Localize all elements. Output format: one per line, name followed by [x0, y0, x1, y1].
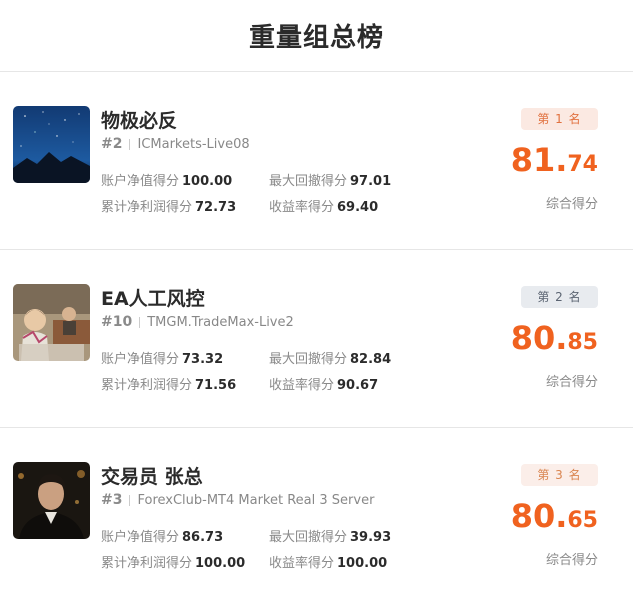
rank-badge: 第 2 名	[521, 286, 598, 308]
score-label: 综合得分	[545, 553, 598, 568]
composite-score: 80.65	[510, 497, 598, 535]
composite-score: 80.85	[510, 319, 598, 357]
rank-badge: 第 3 名	[521, 464, 598, 486]
metric-equity: 账户净值得分 86.73	[101, 530, 224, 545]
account-info: #3 ForexClub-MT4 Market Real 3 Server	[101, 492, 374, 508]
page-title: 重量组总榜	[248, 23, 384, 53]
metric-drawdown: 最大回撤得分 39.93	[269, 530, 392, 545]
metric-net-profit: 累计净利润得分 71.56	[101, 378, 237, 393]
ranking-card-2[interactable]: EA人工风控 #10 TMGM.TradeMax-Live2 账户净值得分 73.…	[0, 250, 633, 428]
metric-drawdown: 最大回撤得分 82.84	[269, 352, 392, 367]
score-label: 综合得分	[545, 197, 598, 212]
metric-net-profit: 累计净利润得分 100.00	[101, 556, 246, 571]
divider	[129, 138, 131, 150]
account-info: #2 ICMarkets-Live08	[101, 136, 250, 152]
metric-net-profit: 累计净利润得分 72.73	[101, 200, 237, 215]
metric-return-rate: 收益率得分 69.40	[269, 200, 379, 215]
metric-drawdown: 最大回撤得分 97.01	[269, 174, 392, 189]
account-server: ForexClub-MT4 Market Real 3 Server	[137, 492, 375, 508]
trader-index: #2	[101, 136, 123, 152]
metric-equity: 账户净值得分 73.32	[101, 352, 224, 367]
metric-return-rate: 收益率得分 90.67	[269, 378, 379, 393]
ranking-card-3[interactable]: 交易员 张总 #3 ForexClub-MT4 Market Real 3 Se…	[0, 428, 633, 606]
account-server: TMGM.TradeMax-Live2	[147, 314, 294, 330]
trader-index: #3	[101, 492, 123, 508]
page-header: 重量组总榜	[0, 0, 633, 72]
metric-equity: 账户净值得分 100.00	[101, 174, 233, 189]
trader-name[interactable]: 交易员 张总	[101, 462, 203, 489]
man-portrait-avatar-icon[interactable]	[13, 462, 90, 539]
score-label: 综合得分	[545, 375, 598, 390]
ranking-card-1[interactable]: 物极必反 #2 ICMarkets-Live08 账户净值得分 100.00 最大…	[0, 72, 633, 250]
account-server: ICMarkets-Live08	[137, 136, 250, 152]
account-info: #10 TMGM.TradeMax-Live2	[101, 314, 294, 330]
trader-name[interactable]: EA人工风控	[101, 284, 205, 311]
trader-name[interactable]: 物极必反	[101, 106, 177, 133]
divider	[129, 494, 131, 506]
night-sky-avatar-icon[interactable]	[13, 106, 90, 183]
divider	[139, 316, 141, 328]
child-photo-avatar-icon[interactable]	[13, 284, 90, 361]
composite-score: 81.74	[510, 141, 598, 179]
rank-badge: 第 1 名	[521, 108, 598, 130]
metric-return-rate: 收益率得分 100.00	[269, 556, 388, 571]
trader-index: #10	[101, 314, 133, 330]
